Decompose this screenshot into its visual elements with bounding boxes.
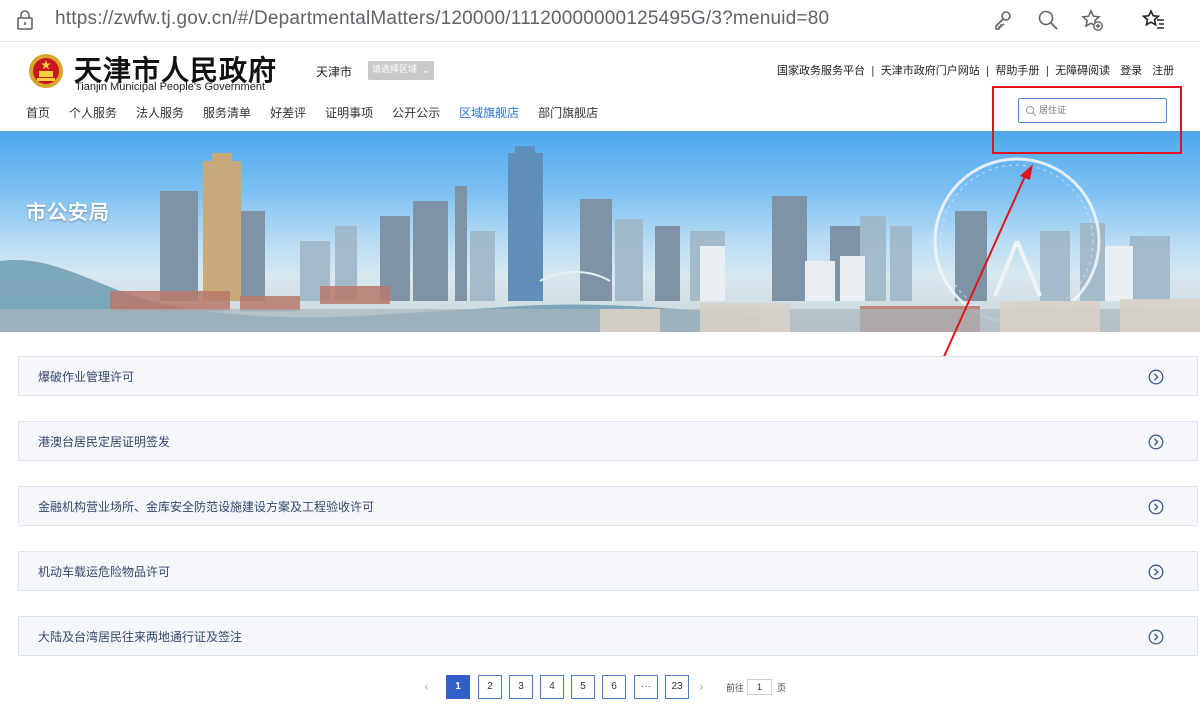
page-button[interactable]: 3 xyxy=(509,675,533,699)
favorites-icon[interactable] xyxy=(1142,8,1166,32)
list-item-label[interactable]: 大陆及台湾居民往来两地通行证及签注 xyxy=(38,628,242,645)
nav-item-public-notice[interactable]: 公开公示 xyxy=(392,104,440,121)
list-item-label[interactable]: 港澳台居民定居证明签发 xyxy=(38,433,170,450)
nav-item-personal-service[interactable]: 个人服务 xyxy=(69,104,117,121)
prev-page-button[interactable]: ‹ xyxy=(424,675,429,699)
page-button[interactable]: 6 xyxy=(602,675,626,699)
list-item-label[interactable]: 金融机构营业场所、金库安全防范设施建设方案及工程验收许可 xyxy=(38,498,374,515)
nav-item-certificate-matters[interactable]: 证明事项 xyxy=(325,104,373,121)
top-links: 国家政务服务平台 | 天津市政府门户网站 | 帮助手册 | 无障碍阅读 登录 注册 xyxy=(777,62,1174,78)
list-item[interactable]: 机动车载运危险物品许可 xyxy=(18,551,1198,591)
lock-icon[interactable] xyxy=(16,10,34,30)
page-button[interactable]: 23 xyxy=(665,675,689,699)
goto-label: 前往 xyxy=(726,684,745,694)
page-button[interactable]: 1 xyxy=(446,675,470,699)
key-icon[interactable] xyxy=(991,8,1015,32)
goto-page-input[interactable] xyxy=(747,679,772,695)
nav-item-corporate-service[interactable]: 法人服务 xyxy=(136,104,184,121)
circle-arrow-right-icon[interactable] xyxy=(1148,629,1164,645)
list-item[interactable]: 港澳台居民定居证明签发 xyxy=(18,421,1198,461)
banner-title: 市公安局 xyxy=(26,200,110,224)
link-gov-portal[interactable]: 天津市政府门户网站 xyxy=(881,62,980,78)
list-item[interactable]: 大陆及台湾居民往来两地通行证及签注 xyxy=(18,616,1198,656)
nav-item-regional-store[interactable]: 区域旗舰店 xyxy=(459,104,519,121)
browser-address-bar: https://zwfw.tj.gov.cn/#/DepartmentalMat… xyxy=(0,0,1200,42)
link-register[interactable]: 注册 xyxy=(1152,62,1174,78)
nav-item-rating[interactable]: 好差评 xyxy=(270,104,306,121)
url-field[interactable]: https://zwfw.tj.gov.cn/#/DepartmentalMat… xyxy=(55,8,829,30)
circle-arrow-right-icon[interactable] xyxy=(1148,369,1164,385)
circle-arrow-right-icon[interactable] xyxy=(1148,564,1164,580)
list-item[interactable]: 金融机构营业场所、金库安全防范设施建设方案及工程验收许可 xyxy=(18,486,1198,526)
current-city: 天津市 xyxy=(316,65,353,79)
list-item[interactable]: 爆破作业管理许可 xyxy=(18,356,1198,396)
page-button[interactable]: 2 xyxy=(478,675,502,699)
chevron-down-icon: ⌄ xyxy=(421,65,430,76)
page-ellipsis[interactable]: ··· xyxy=(634,675,658,699)
circle-arrow-right-icon[interactable] xyxy=(1148,434,1164,450)
link-national-platform[interactable]: 国家政务服务平台 xyxy=(777,62,865,78)
list-item-label[interactable]: 爆破作业管理许可 xyxy=(38,368,134,385)
region-select[interactable]: 请选择区域 ⌄ xyxy=(368,61,434,80)
divider: | xyxy=(871,64,875,77)
annotation-arrow-icon xyxy=(937,164,1033,371)
link-login[interactable]: 登录 xyxy=(1120,62,1142,78)
nav-item-home[interactable]: 首页 xyxy=(26,104,50,121)
zoom-icon[interactable] xyxy=(1036,8,1060,32)
pagination: ‹ 1 2 3 4 5 6 ··· 23 › 前往 页 xyxy=(0,675,1200,699)
goto-suffix: 页 xyxy=(777,684,787,694)
link-help-manual[interactable]: 帮助手册 xyxy=(995,62,1039,78)
circle-arrow-right-icon[interactable] xyxy=(1148,499,1164,515)
add-favorite-icon[interactable] xyxy=(1080,8,1104,32)
link-accessibility[interactable]: 无障碍阅读 xyxy=(1055,62,1110,78)
page-button[interactable]: 4 xyxy=(540,675,564,699)
highlight-box xyxy=(992,86,1182,154)
list-item-label[interactable]: 机动车载运危险物品许可 xyxy=(38,563,170,580)
national-emblem-logo[interactable] xyxy=(28,53,64,89)
region-select-label: 请选择区域 xyxy=(372,65,418,75)
divider: | xyxy=(1045,64,1050,77)
next-page-button[interactable]: › xyxy=(699,675,704,699)
divider: | xyxy=(985,64,990,77)
nav-item-service-list[interactable]: 服务清单 xyxy=(203,104,251,121)
main-nav: 首页 个人服务 法人服务 服务清单 好差评 证明事项 公开公示 区域旗舰店 部门旗舰店 xyxy=(26,104,617,121)
page-button[interactable]: 5 xyxy=(571,675,595,699)
nav-item-department-store[interactable]: 部门旗舰店 xyxy=(538,104,598,121)
site-subtitle: Tianjin Municipal People's Government xyxy=(75,81,266,93)
